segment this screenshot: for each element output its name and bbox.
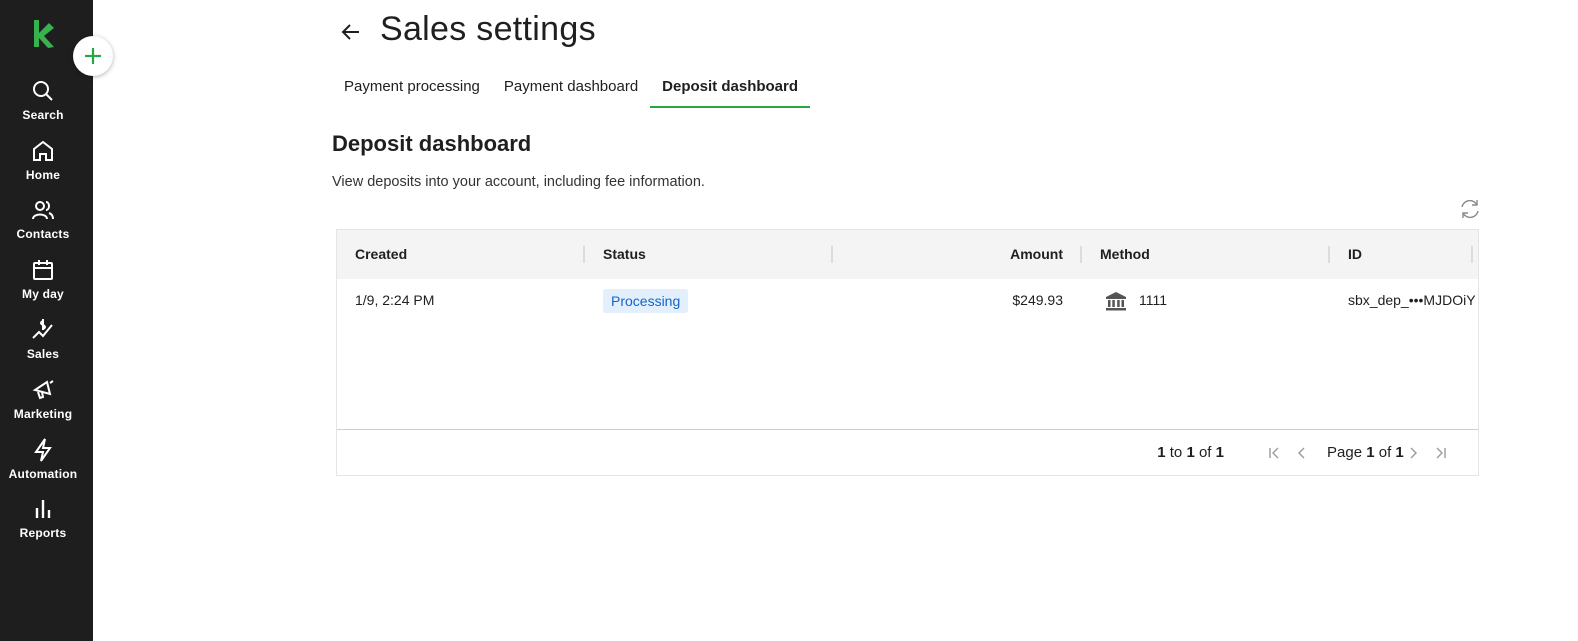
section-description: View deposits into your account, includi… — [332, 174, 705, 190]
refresh-icon — [1461, 199, 1479, 219]
nav-label-search: Search — [22, 108, 64, 122]
column-header-id[interactable]: ID — [1330, 230, 1380, 279]
deposits-table: Created Status Amount Method ID 1/9, 2:2… — [336, 229, 1479, 476]
bank-icon — [1106, 292, 1126, 311]
column-header-amount[interactable]: Amount — [833, 230, 1081, 279]
table-row[interactable]: 1/9, 2:24 PM Processing $249.93 1111 sbx… — [337, 279, 1478, 321]
tab-bar: Payment processing Payment dashboard Dep… — [332, 72, 811, 108]
nav-item-automation[interactable]: Automation — [0, 437, 86, 481]
search-icon — [33, 81, 53, 101]
nav-item-sales[interactable]: Sales — [0, 317, 86, 361]
nav-label-home: Home — [25, 168, 61, 182]
contacts-icon — [32, 201, 54, 220]
cell-method: 1111 — [1082, 279, 1185, 321]
chevron-left-icon — [1298, 447, 1305, 459]
keap-logo-icon[interactable] — [30, 18, 56, 50]
add-button[interactable] — [73, 36, 113, 76]
tab-payment-processing[interactable]: Payment processing — [332, 72, 492, 108]
calendar-icon — [33, 260, 53, 280]
cell-status: Processing — [585, 279, 706, 321]
nav-label-sales: Sales — [26, 347, 60, 361]
first-page-button[interactable] — [1265, 444, 1283, 462]
table-pagination: 1 to 1 of 1 Page 1 of 1 — [337, 429, 1478, 475]
megaphone-icon — [32, 380, 54, 400]
page-title: Sales settings — [380, 10, 596, 48]
column-header-status[interactable]: Status — [585, 230, 664, 279]
cell-created: 1/9, 2:24 PM — [355, 292, 435, 308]
page-indicator: Page 1 of 1 — [1327, 444, 1404, 461]
first-page-icon — [1269, 447, 1279, 459]
cell-amount: $249.93 — [1012, 292, 1063, 308]
last-page-button[interactable] — [1432, 444, 1450, 462]
column-header-method[interactable]: Method — [1082, 230, 1168, 279]
nav-label-contacts: Contacts — [16, 227, 70, 241]
sidebar: Search Home Contacts My day Sales Market… — [0, 0, 93, 641]
table-header: Created Status Amount Method ID — [337, 230, 1478, 279]
status-badge: Processing — [603, 289, 689, 314]
last-page-icon — [1436, 447, 1446, 459]
nav-label-reports: Reports — [19, 526, 67, 540]
back-button[interactable] — [338, 19, 364, 45]
lightning-icon — [34, 438, 52, 462]
sales-icon — [32, 319, 53, 339]
chevron-right-icon — [1410, 447, 1417, 459]
column-resize-handle[interactable] — [1471, 246, 1473, 263]
home-icon — [33, 140, 53, 161]
nav-label-automation: Automation — [8, 467, 78, 481]
nav-item-search[interactable]: Search — [0, 78, 86, 122]
previous-page-button[interactable] — [1293, 444, 1311, 462]
nav-item-marketing[interactable]: Marketing — [0, 377, 86, 421]
nav-label-marketing: Marketing — [13, 407, 73, 421]
nav-label-my-day: My day — [22, 287, 64, 301]
row-count: 1 to 1 of 1 — [1157, 444, 1224, 461]
section-title: Deposit dashboard — [332, 131, 532, 156]
nav-item-contacts[interactable]: Contacts — [0, 197, 86, 241]
cell-id: sbx_dep_•••MJDOiY — [1348, 292, 1476, 308]
method-last-four: 1111 — [1139, 292, 1168, 308]
nav-item-reports[interactable]: Reports — [0, 496, 86, 540]
arrow-left-icon — [341, 24, 359, 40]
tab-payment-dashboard[interactable]: Payment dashboard — [492, 72, 650, 108]
nav-item-home[interactable]: Home — [0, 138, 86, 182]
bar-chart-icon — [35, 500, 51, 518]
nav-item-my-day[interactable]: My day — [0, 257, 86, 301]
column-header-created[interactable]: Created — [337, 230, 425, 279]
refresh-button[interactable] — [1458, 197, 1482, 221]
plus-icon — [85, 48, 101, 64]
next-page-button[interactable] — [1404, 444, 1422, 462]
tab-deposit-dashboard[interactable]: Deposit dashboard — [650, 72, 811, 108]
